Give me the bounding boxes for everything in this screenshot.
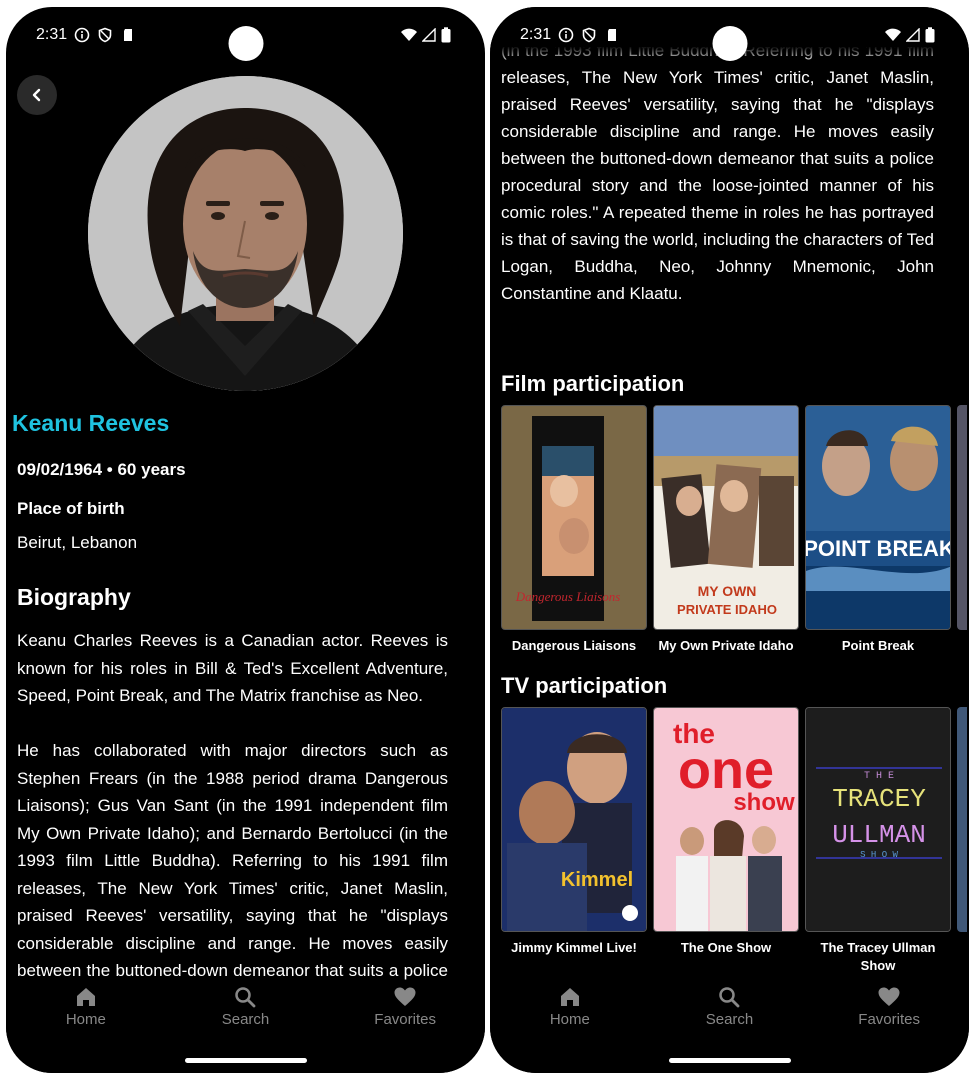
sd-card-icon	[124, 29, 133, 41]
nav-search-label: Search	[705, 1011, 754, 1028]
point-break-poster: POINT BREAK	[806, 406, 951, 629]
film-title: Point Break	[841, 638, 915, 653]
tv-poster: the one show	[653, 707, 799, 932]
back-button[interactable]	[17, 75, 57, 115]
film-participation-heading: Film participation	[501, 371, 685, 396]
tv-poster: T H E TRACEY ULLMAN S H O W	[805, 707, 951, 932]
person-detail-screen: 2:31 Keanu Reeves 09/02/1964 • 60 years …	[6, 7, 485, 1073]
nav-search[interactable]: Search	[190, 985, 300, 1028]
nav-search[interactable]: Search	[674, 985, 784, 1028]
info-icon	[558, 27, 574, 43]
film-card[interactable]: MY OWN PRIVATE IDAHO My Own Private Idah…	[653, 405, 799, 655]
home-icon	[560, 988, 579, 1006]
nav-search-label: Search	[221, 1011, 270, 1028]
nav-favorites[interactable]: Favorites	[350, 985, 460, 1028]
heart-icon	[878, 987, 900, 1006]
tv-title: The Tracey Ullman Show	[820, 940, 936, 973]
tv-card[interactable]: T H E TRACEY ULLMAN S H O W The Tracey U…	[805, 707, 951, 975]
actor-photo	[88, 76, 403, 391]
poster-title: MY OWN	[698, 583, 757, 599]
nav-home[interactable]: Home	[515, 985, 625, 1028]
person-detail-screen-scrolled: (in the 1993 film Little Buddha). Referr…	[490, 7, 969, 1073]
tracey-ullman-poster: T H E TRACEY ULLMAN S H O W	[806, 708, 950, 931]
poster-title: Dangerous Liaisons	[515, 589, 621, 604]
biography-paragraph: Keanu Charles Reeves is a Canadian actor…	[17, 631, 448, 705]
tv-card-peek[interactable]	[957, 707, 967, 932]
birth-date-age: 09/02/1964 • 60 years	[17, 460, 186, 479]
home-icon	[76, 988, 95, 1006]
tv-carousel[interactable]: Kimmel Jimmy Kimmel Live! the one show T…	[501, 707, 967, 975]
actor-name: Keanu Reeves	[12, 410, 170, 436]
tv-card[interactable]: Kimmel Jimmy Kimmel Live!	[501, 707, 647, 975]
film-card[interactable]: POINT BREAK Point Break	[805, 405, 951, 655]
tv-title: Jimmy Kimmel Live!	[511, 940, 637, 955]
battery-icon	[441, 27, 451, 43]
dangerous-liaisons-poster: Dangerous Liaisons	[502, 406, 646, 629]
signal-icon	[906, 28, 920, 42]
biography-paragraph: He has collaborated with major directors…	[17, 741, 448, 990]
search-icon	[719, 987, 740, 1008]
my-own-private-idaho-poster: MY OWN PRIVATE IDAHO	[654, 406, 798, 629]
the-one-show-poster: the one show	[654, 708, 798, 931]
biography-paragraph: (in the 1993 film Little Buddha). Referr…	[501, 47, 934, 303]
film-poster: Dangerous Liaisons	[501, 405, 647, 630]
poster-title: S H O W	[860, 850, 898, 860]
poster-title: Kimmel	[561, 869, 633, 891]
home-indicator[interactable]	[184, 1058, 307, 1063]
info-icon	[74, 27, 90, 43]
tv-title: The One Show	[680, 940, 772, 955]
signal-icon	[422, 28, 436, 42]
jimmy-kimmel-poster: Kimmel	[502, 708, 646, 931]
nav-favorites-label: Favorites	[858, 1011, 920, 1028]
wifi-icon	[885, 28, 901, 41]
poster-title: POINT BREAK	[806, 536, 951, 561]
heart-icon	[394, 987, 416, 1006]
place-of-birth-value: Beirut, Lebanon	[17, 533, 138, 552]
tv-participation-heading: TV participation	[501, 673, 668, 698]
search-icon	[235, 987, 256, 1008]
portrait-illustration	[88, 76, 403, 391]
film-carousel[interactable]: Dangerous Liaisons Dangerous Liaisons MY…	[501, 405, 967, 655]
nav-home[interactable]: Home	[31, 985, 141, 1028]
shield-icon	[582, 27, 596, 43]
nav-favorites-label: Favorites	[374, 1011, 436, 1028]
battery-icon	[925, 27, 935, 43]
biography-text: Keanu Charles Reeves is a Canadian actor…	[17, 627, 448, 990]
biography-heading: Biography	[17, 584, 131, 610]
poster-title: TRACEY	[832, 784, 926, 814]
shield-icon	[98, 27, 112, 43]
film-title: My Own Private Idaho	[658, 638, 794, 653]
poster-title: PRIVATE IDAHO	[677, 602, 777, 617]
clock: 2:31	[36, 26, 68, 43]
nav-home-label: Home	[65, 1011, 106, 1028]
film-title: Dangerous Liaisons	[511, 638, 637, 653]
film-poster: POINT BREAK	[805, 405, 951, 630]
poster-title: ULLMAN	[832, 820, 926, 850]
poster-title: show	[733, 789, 795, 816]
film-card-peek[interactable]	[957, 405, 967, 630]
tv-poster: Kimmel	[501, 707, 647, 932]
biography-text-continued: (in the 1993 film Little Buddha). Referr…	[501, 47, 934, 354]
film-poster: MY OWN PRIVATE IDAHO	[653, 405, 799, 630]
tv-card[interactable]: the one show The One Show	[653, 707, 799, 975]
nav-home-label: Home	[549, 1011, 590, 1028]
nav-favorites[interactable]: Favorites	[834, 985, 944, 1028]
camera-cutout	[712, 26, 747, 61]
poster-title: T H E	[864, 771, 894, 782]
sd-card-icon	[608, 29, 617, 41]
chevron-left-icon	[32, 88, 41, 102]
wifi-icon	[401, 28, 417, 41]
home-indicator[interactable]	[668, 1058, 791, 1063]
film-card[interactable]: Dangerous Liaisons Dangerous Liaisons	[501, 405, 647, 655]
place-of-birth-label: Place of birth	[17, 499, 125, 518]
clock: 2:31	[520, 26, 552, 43]
camera-cutout	[228, 26, 263, 61]
